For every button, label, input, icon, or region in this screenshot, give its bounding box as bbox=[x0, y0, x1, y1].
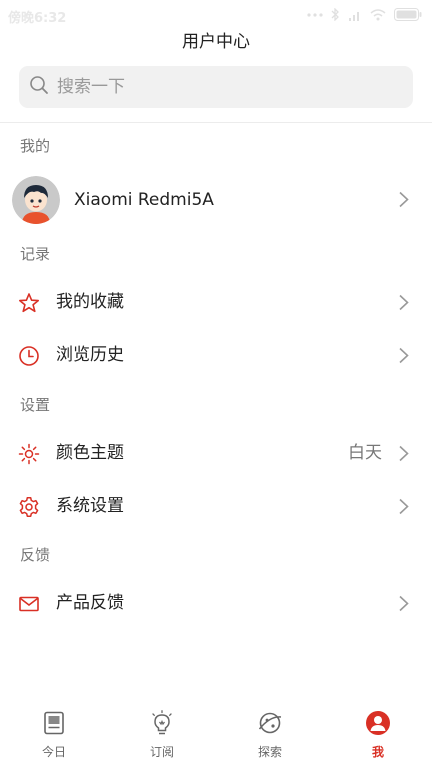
section-label-settings: 设置 bbox=[20, 396, 51, 414]
status-icons bbox=[307, 8, 422, 21]
sun-icon bbox=[18, 443, 40, 465]
profile-row[interactable]: Xiaomi Redmi5A bbox=[0, 172, 432, 228]
chevron-right-icon bbox=[398, 595, 410, 612]
search-input[interactable] bbox=[57, 77, 377, 97]
user-icon bbox=[365, 710, 391, 736]
section-label-records: 记录 bbox=[20, 245, 51, 263]
profile-name: Xiaomi Redmi5A bbox=[74, 190, 214, 210]
bottom-nav: 今日 订阅 探索 我 bbox=[0, 700, 432, 768]
search-bar[interactable] bbox=[19, 66, 413, 108]
theme-row[interactable]: 颜色主题 白天 bbox=[0, 426, 432, 480]
system-settings-label: 系统设置 bbox=[56, 496, 124, 516]
header-divider bbox=[0, 122, 432, 123]
signal-icon bbox=[348, 9, 362, 21]
lightbulb-icon bbox=[149, 710, 175, 736]
bluetooth-icon bbox=[331, 8, 340, 21]
battery-icon bbox=[394, 8, 422, 21]
status-time: 傍晚6:32 bbox=[8, 11, 67, 26]
nav-today[interactable]: 今日 bbox=[0, 700, 108, 768]
history-label: 浏览历史 bbox=[56, 345, 124, 365]
system-settings-row[interactable]: 系统设置 bbox=[0, 479, 432, 533]
nav-subscribe[interactable]: 订阅 bbox=[108, 700, 216, 768]
nav-today-label: 今日 bbox=[41, 745, 66, 759]
more-dots-icon bbox=[307, 12, 323, 18]
newspaper-icon bbox=[41, 710, 67, 736]
page-title: 用户中心 bbox=[182, 32, 250, 52]
mail-icon bbox=[18, 593, 40, 615]
theme-value: 白天 bbox=[348, 443, 382, 463]
wifi-icon bbox=[370, 8, 386, 21]
chevron-right-icon bbox=[398, 498, 410, 515]
status-bar: 傍晚6:32 bbox=[0, 0, 432, 30]
nav-subscribe-label: 订阅 bbox=[149, 745, 174, 759]
search-icon bbox=[29, 75, 57, 99]
section-label-mine: 我的 bbox=[20, 137, 51, 155]
nav-me[interactable]: 我 bbox=[324, 700, 432, 768]
gear-icon bbox=[18, 496, 40, 518]
clock-icon bbox=[18, 345, 40, 367]
chevron-right-icon bbox=[398, 191, 410, 208]
chevron-right-icon bbox=[398, 347, 410, 364]
chevron-right-icon bbox=[398, 445, 410, 462]
nav-explore-label: 探索 bbox=[257, 745, 282, 759]
product-feedback-label: 产品反馈 bbox=[56, 593, 124, 613]
product-feedback-row[interactable]: 产品反馈 bbox=[0, 576, 432, 630]
planet-icon bbox=[257, 710, 283, 736]
section-label-feedback: 反馈 bbox=[20, 546, 51, 564]
favorites-label: 我的收藏 bbox=[56, 292, 124, 312]
nav-me-label: 我 bbox=[371, 745, 384, 759]
theme-label: 颜色主题 bbox=[56, 443, 124, 463]
nav-explore[interactable]: 探索 bbox=[216, 700, 324, 768]
chevron-right-icon bbox=[398, 294, 410, 311]
favorites-row[interactable]: 我的收藏 bbox=[0, 275, 432, 329]
star-icon bbox=[18, 292, 40, 314]
history-row[interactable]: 浏览历史 bbox=[0, 328, 432, 382]
avatar bbox=[12, 176, 60, 224]
